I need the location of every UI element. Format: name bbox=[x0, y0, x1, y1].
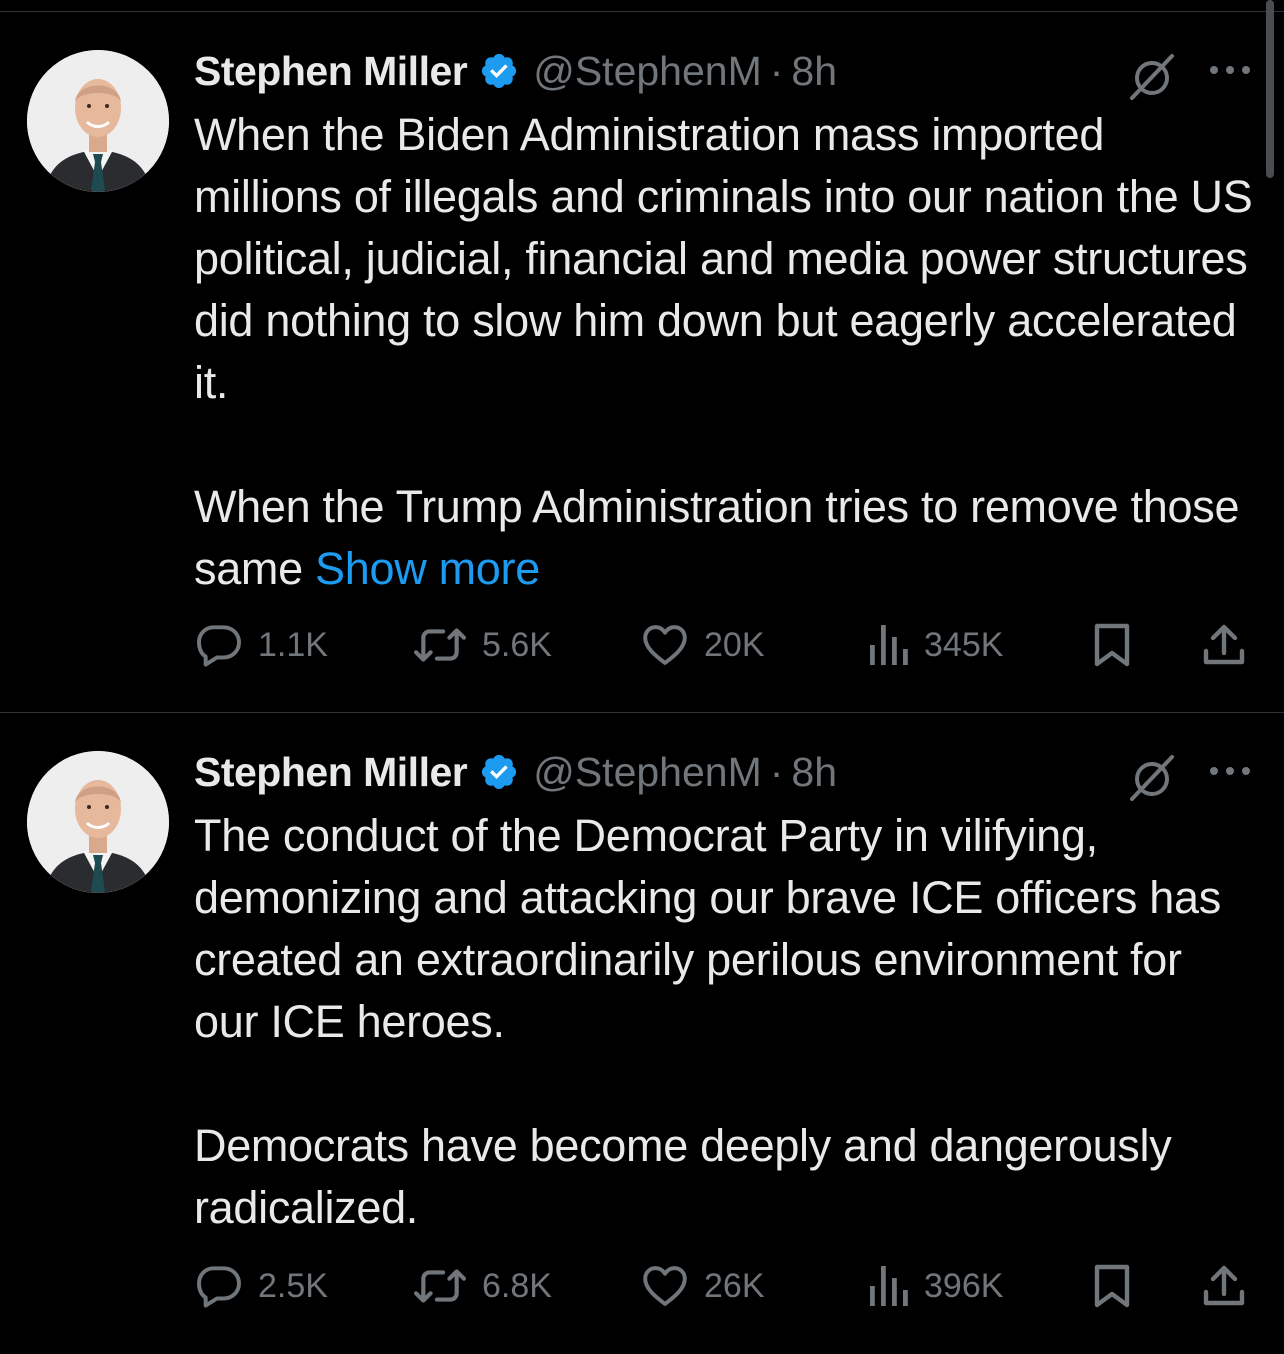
separator-dot: · bbox=[769, 748, 784, 795]
repost-count: 6.8K bbox=[482, 1266, 552, 1305]
like-icon bbox=[643, 1266, 687, 1306]
verified-badge-icon[interactable] bbox=[479, 752, 519, 792]
bookmark-icon bbox=[1094, 1264, 1130, 1308]
tweet-actions: 1.1K 5.6K 20K 345K bbox=[194, 617, 1254, 673]
views-count: 345K bbox=[924, 625, 1004, 664]
tweet[interactable]: Stephen Miller @StephenM · 8h The conduc… bbox=[0, 713, 1284, 1354]
author-handle[interactable]: @StephenM bbox=[533, 48, 762, 95]
bookmark-button[interactable] bbox=[1092, 617, 1132, 673]
avatar[interactable] bbox=[27, 50, 169, 192]
views-icon bbox=[870, 625, 908, 665]
repost-button[interactable]: 5.6K bbox=[412, 617, 552, 673]
reply-icon bbox=[197, 625, 241, 667]
share-button[interactable] bbox=[1200, 617, 1248, 673]
tweet-text: The conduct of the Democrat Party in vil… bbox=[194, 805, 1254, 1239]
like-button[interactable]: 26K bbox=[640, 1258, 765, 1314]
tweet-header: Stephen Miller @StephenM · 8h bbox=[194, 44, 837, 98]
tweet[interactable]: Stephen Miller @StephenM · 8h When the B… bbox=[0, 12, 1284, 712]
views-icon bbox=[870, 1266, 908, 1306]
separator-dot: · bbox=[769, 47, 784, 94]
like-count: 20K bbox=[704, 625, 765, 664]
views-button[interactable]: 396K bbox=[866, 1258, 1003, 1314]
share-button[interactable] bbox=[1200, 1258, 1248, 1314]
share-icon bbox=[1203, 1265, 1245, 1306]
tweet-text: When the Biden Administration mass impor… bbox=[194, 104, 1254, 600]
like-count: 26K bbox=[704, 1266, 765, 1305]
tweet-actions: 2.5K 6.8K 26K 396K bbox=[194, 1258, 1254, 1314]
avatar-photo bbox=[27, 50, 169, 192]
author-name[interactable]: Stephen Miller bbox=[194, 749, 468, 796]
reply-count: 1.1K bbox=[258, 625, 328, 664]
reply-button[interactable]: 2.5K bbox=[194, 1258, 328, 1314]
reply-icon bbox=[197, 1266, 241, 1308]
timestamp[interactable]: 8h bbox=[791, 749, 837, 796]
tweet-paragraph-truncated: When the Trump Administration tries to r… bbox=[194, 476, 1254, 600]
more-icon[interactable] bbox=[1208, 60, 1252, 80]
reply-button[interactable]: 1.1K bbox=[194, 617, 328, 673]
timestamp[interactable]: 8h bbox=[791, 48, 837, 95]
share-icon bbox=[1203, 624, 1245, 665]
tweet-paragraph: When the Biden Administration mass impor… bbox=[194, 109, 1253, 408]
bookmark-button[interactable] bbox=[1092, 1258, 1132, 1314]
bookmark-icon bbox=[1094, 623, 1130, 667]
avatar[interactable] bbox=[27, 751, 169, 893]
repost-icon bbox=[413, 1269, 467, 1303]
verified-badge-icon[interactable] bbox=[479, 51, 519, 91]
show-more-link[interactable]: Show more bbox=[315, 543, 540, 594]
like-button[interactable]: 20K bbox=[640, 617, 765, 673]
author-handle[interactable]: @StephenM bbox=[533, 749, 762, 796]
avatar-photo bbox=[27, 751, 169, 893]
views-count: 396K bbox=[924, 1266, 1004, 1305]
reply-count: 2.5K bbox=[258, 1266, 328, 1305]
repost-icon bbox=[413, 628, 467, 662]
views-button[interactable]: 345K bbox=[866, 617, 1003, 673]
repost-button[interactable]: 6.8K bbox=[412, 1258, 552, 1314]
grok-icon[interactable] bbox=[1126, 50, 1178, 102]
tweet-paragraph: Democrats have become deeply and dangero… bbox=[194, 1120, 1172, 1233]
tweet-paragraph: The conduct of the Democrat Party in vil… bbox=[194, 810, 1221, 1047]
repost-count: 5.6K bbox=[482, 625, 552, 664]
author-name[interactable]: Stephen Miller bbox=[194, 48, 468, 95]
tweet-header: Stephen Miller @StephenM · 8h bbox=[194, 745, 837, 799]
more-icon[interactable] bbox=[1208, 761, 1252, 781]
like-icon bbox=[643, 625, 687, 665]
grok-icon[interactable] bbox=[1126, 751, 1178, 803]
